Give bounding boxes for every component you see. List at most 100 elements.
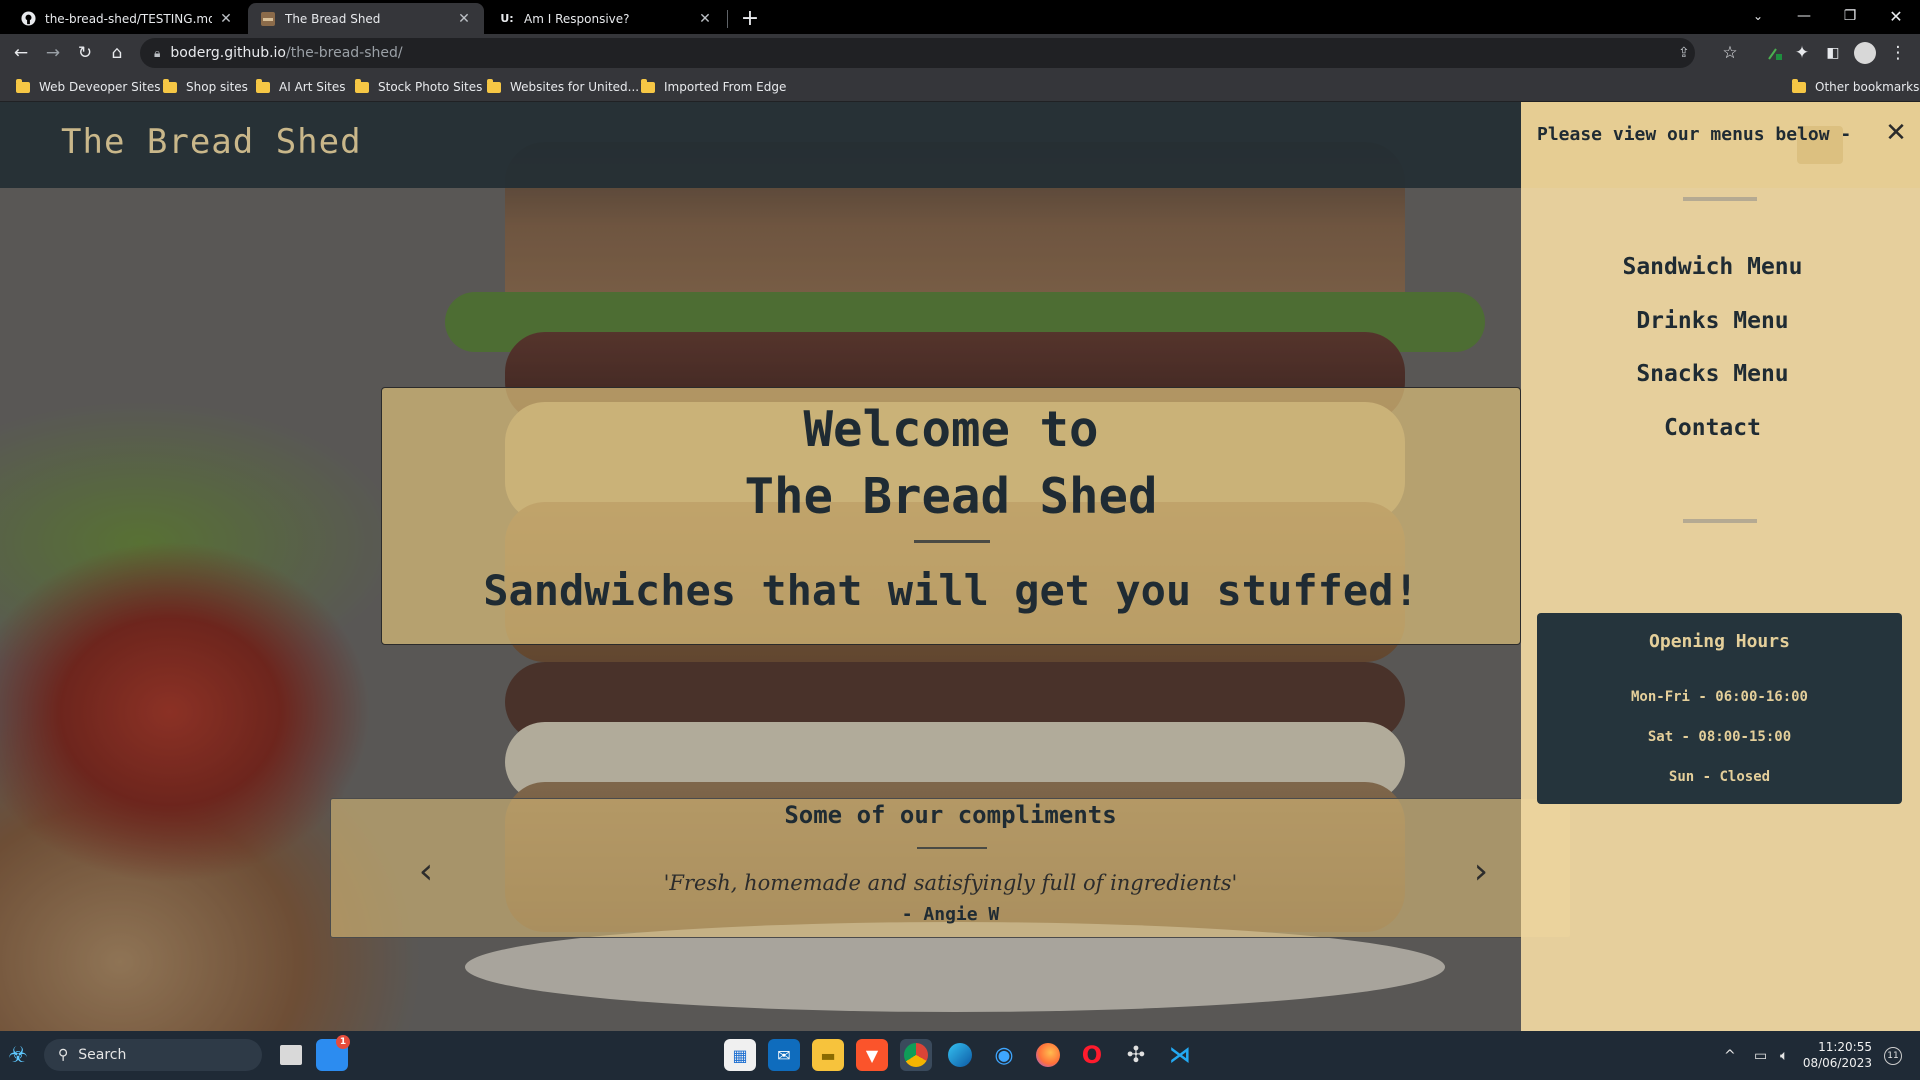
network-icon[interactable]: ▭ — [1754, 1031, 1767, 1080]
file-explorer-icon[interactable]: ▬ — [812, 1039, 844, 1071]
bookmark-folder[interactable]: AI Art Sites — [256, 78, 346, 96]
url-path: /the-bread-shed/ — [286, 45, 403, 61]
hours-weekday: Mon-Fri - 06:00-16:00 — [1630, 689, 1808, 705]
site-header: The Bread Shed — [0, 102, 1521, 188]
hours-saturday: Sat - 08:00-15:00 — [1647, 729, 1792, 745]
opening-hours-box: Opening Hours Mon-Fri - 06:00-16:00 Sat … — [1537, 613, 1902, 804]
tab-divider — [727, 10, 728, 28]
address-bar[interactable]: 🔒︎ boderg.github.io /the-bread-shed/ ⇪ — [140, 38, 1695, 68]
bookmark-folder[interactable]: Stock Photo Sites — [355, 78, 482, 96]
tab-github-testing[interactable]: the-bread-shed/TESTING.md at m ✕ — [8, 3, 246, 34]
firefox-icon[interactable] — [1032, 1039, 1064, 1071]
web-page: The Bread Shed Welcome to The Bread Shed… — [0, 102, 1920, 1031]
puzzle-extensions-icon[interactable]: ✦ — [1787, 38, 1817, 68]
tab-title: The Bread Shed — [285, 11, 381, 26]
tab-title: Am I Responsive? — [524, 11, 630, 26]
widgets-icon[interactable]: ☣ — [2, 1039, 34, 1071]
microsoft-store-icon[interactable]: ▦ — [724, 1039, 756, 1071]
menu-divider-bottom — [1683, 519, 1757, 523]
bookmark-label: AI Art Sites — [279, 80, 346, 94]
minimize-button[interactable]: — — [1781, 0, 1827, 32]
close-menu-button[interactable]: ✕ — [1883, 120, 1909, 146]
bookmark-label: Imported From Edge — [664, 80, 787, 94]
site-favicon-icon — [260, 11, 276, 27]
bookmark-star-icon[interactable]: ☆ — [1715, 38, 1745, 68]
lock-icon: 🔒︎ — [154, 45, 161, 60]
microsoft-teams-icon[interactable]: 1 — [316, 1035, 350, 1071]
hours-sunday: Sun - Closed — [1668, 769, 1771, 785]
reload-icon[interactable]: ↻ — [70, 38, 100, 68]
edge-icon[interactable] — [944, 1039, 976, 1071]
share-icon[interactable]: ⇪ — [1678, 38, 1690, 68]
bookmark-folder[interactable]: Shop sites — [163, 78, 248, 96]
task-view-icon[interactable] — [280, 1045, 302, 1065]
close-window-button[interactable]: ✕ — [1873, 0, 1919, 32]
home-icon[interactable]: ⌂ — [102, 38, 132, 68]
back-icon[interactable]: ← — [6, 38, 36, 68]
mail-icon[interactable]: ✉ — [768, 1039, 800, 1071]
bookmark-label: Other bookmarks — [1815, 80, 1920, 94]
tab-title: the-bread-shed/TESTING.md at m — [45, 11, 212, 26]
extension-icon[interactable] — [1760, 38, 1790, 68]
notification-center-icon[interactable]: 11 — [1884, 1031, 1902, 1080]
folder-icon — [16, 78, 30, 93]
close-icon[interactable]: ✕ — [697, 11, 713, 27]
side-panel-icon[interactable]: ◧ — [1818, 38, 1848, 68]
windows-taskbar: ☣ ⚲ Search 1 ▦ ✉ ▬ ▼ ◉ O ✣ ⋊ ^ ▭ 🔈︎ 11:2… — [0, 1031, 1920, 1080]
folder-icon — [487, 78, 501, 93]
firefox-developer-icon[interactable]: ◉ — [988, 1039, 1020, 1071]
chrome-icon[interactable] — [900, 1039, 932, 1071]
nav-link-snacks-menu[interactable]: Snacks Menu — [1521, 361, 1904, 387]
menu-divider-top — [1683, 197, 1757, 201]
github-icon — [20, 11, 36, 27]
hero-tagline: Sandwiches that will get you stuffed! — [483, 566, 1419, 615]
folder-icon — [1792, 78, 1806, 93]
bookmarks-bar: Web Deveoper Sites Shop sites AI Art Sit… — [0, 72, 1920, 102]
bookmark-folder[interactable]: Websites for United... — [487, 78, 639, 96]
tab-search-button[interactable]: ⌄ — [1735, 0, 1781, 32]
carousel-prev-icon[interactable]: ‹ — [411, 851, 441, 892]
carousel-next-icon[interactable]: › — [1466, 851, 1496, 892]
search-label: Search — [78, 1047, 127, 1063]
nav-link-contact[interactable]: Contact — [1521, 415, 1904, 441]
opera-icon[interactable]: O — [1076, 1039, 1108, 1071]
offcanvas-header: Please view our menus below - ✕ — [1521, 102, 1920, 188]
nav-link-drinks-menu[interactable]: Drinks Menu — [1521, 308, 1904, 334]
hero-welcome-box: Welcome to The Bread Shed Sandwiches tha… — [381, 387, 1521, 645]
show-hidden-icons[interactable]: ^ — [1724, 1031, 1736, 1080]
brave-browser-icon[interactable]: ▼ — [856, 1039, 888, 1071]
vscode-icon[interactable]: ⋊ — [1164, 1039, 1196, 1071]
browser-tab-strip: the-bread-shed/TESTING.md at m ✕ The Bre… — [0, 0, 1920, 34]
compliment-quote: 'Fresh, homemade and satisfyingly full o… — [663, 871, 1238, 895]
bookmark-folder[interactable]: Imported From Edge — [641, 78, 786, 96]
bookmark-folder[interactable]: Web Deveoper Sites — [16, 78, 160, 96]
more-menu-icon[interactable]: ⋮ — [1883, 38, 1913, 68]
bookmark-label: Web Deveoper Sites — [39, 80, 161, 94]
slack-icon[interactable]: ✣ — [1120, 1039, 1152, 1071]
nav-link-sandwich-menu[interactable]: Sandwich Menu — [1521, 254, 1904, 280]
bookmark-label: Stock Photo Sites — [378, 80, 483, 94]
tab-the-bread-shed[interactable]: The Bread Shed ✕ — [248, 3, 484, 34]
new-tab-button[interactable]: + — [736, 4, 764, 32]
hero-title-line1: Welcome to — [803, 401, 1099, 458]
taskbar-search[interactable]: ⚲ Search — [44, 1039, 262, 1071]
close-icon[interactable]: ✕ — [456, 11, 472, 27]
folder-icon — [641, 78, 655, 93]
compliments-carousel: Some of our compliments 'Fresh, homemade… — [330, 798, 1571, 938]
folder-icon — [256, 78, 270, 93]
restore-button[interactable]: ❐ — [1827, 0, 1873, 32]
folder-icon — [355, 78, 369, 93]
close-icon[interactable]: ✕ — [218, 11, 234, 27]
tray-notification-count: 11 — [1884, 1046, 1902, 1065]
tab-am-i-responsive[interactable]: U: Am I Responsive? ✕ — [487, 3, 725, 34]
bookmark-label: Websites for United... — [510, 80, 640, 94]
forward-icon[interactable]: → — [38, 38, 68, 68]
browser-toolbar: ← → ↻ ⌂ 🔒︎ boderg.github.io /the-bread-s… — [0, 34, 1920, 72]
opening-hours-title: Opening Hours — [1649, 631, 1790, 652]
site-logo[interactable]: The Bread Shed — [61, 122, 362, 162]
system-clock[interactable]: 11:20:55 08/06/2023 — [1786, 1039, 1872, 1071]
amiresponsive-icon: U: — [500, 12, 514, 25]
clock-time: 11:20:55 — [1818, 1040, 1872, 1054]
other-bookmarks-folder[interactable]: Other bookmarks — [1792, 78, 1919, 96]
profile-avatar[interactable] — [1850, 38, 1880, 68]
